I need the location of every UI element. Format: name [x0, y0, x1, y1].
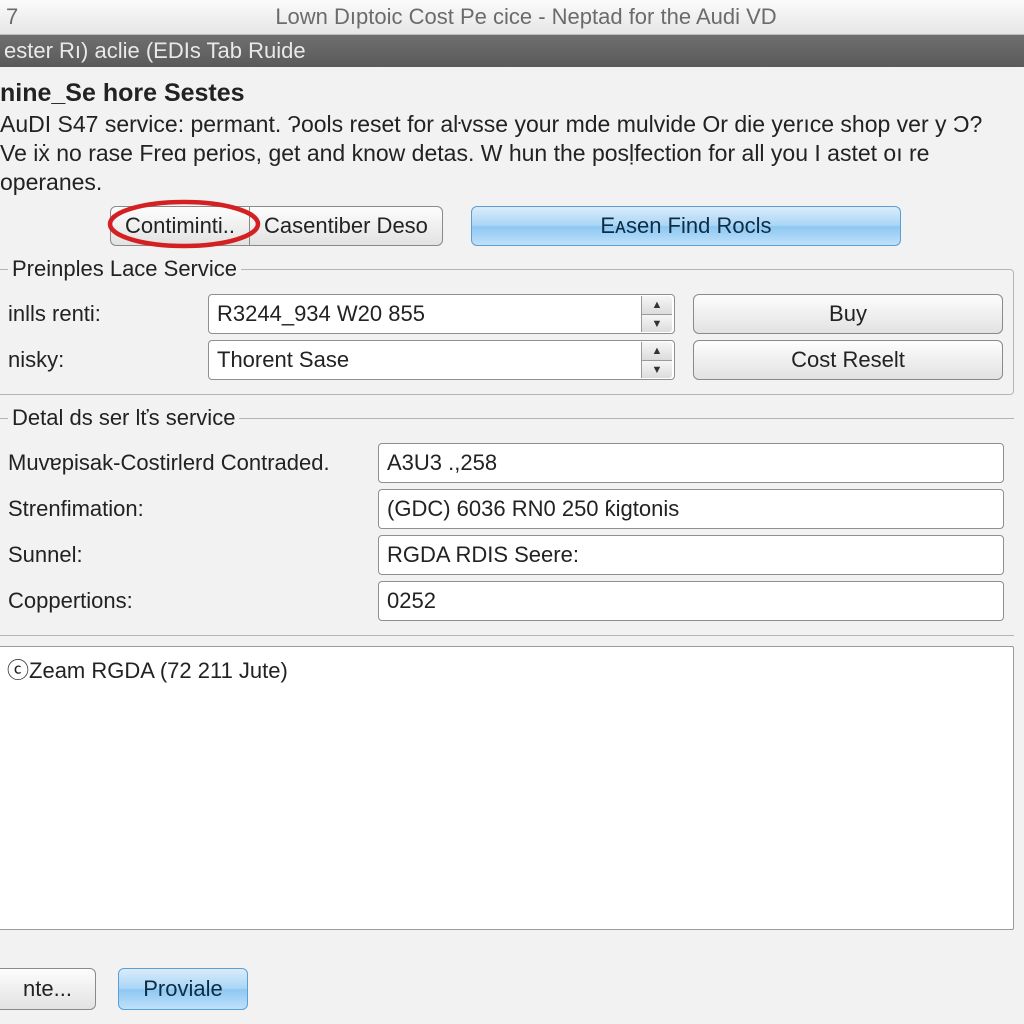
casentiber-button[interactable]: Casentiber Deso — [249, 206, 443, 246]
spinner-icon[interactable]: ▲▼ — [641, 342, 672, 378]
coppertions-input[interactable]: 0252 — [378, 581, 1004, 621]
preinples-legend: Preinples Lace Service — [8, 256, 241, 282]
buy-button[interactable]: Buy — [693, 294, 1003, 334]
nte-button[interactable]: nte... — [0, 968, 96, 1010]
strenfimation-input[interactable]: (GDC) 6036 RN0 250 ƙigtonis — [378, 489, 1004, 529]
window-titlebar: 7 Lown Dıptoic Cost Pe cice - Neptad for… — [0, 0, 1024, 35]
detal-legend: Detal ds ser lťs service — [8, 405, 239, 431]
nisky-label: nisky: — [8, 347, 208, 373]
preinples-group: Preinples Lace Service inlls renti: R324… — [0, 256, 1014, 395]
coppertions-label: Coppertions: — [8, 588, 378, 614]
proviale-button[interactable]: Proviale — [118, 968, 248, 1010]
menubar-text: ester Rı) aclie (EDIs Tab Ruide — [4, 38, 306, 64]
bottom-button-bar: nte... Proviale — [0, 968, 1024, 1024]
list-item[interactable]: ⓒZeam RGDA (72 211 Jute) — [7, 658, 288, 683]
window-title: Lown Dıptoic Cost Pe cice - Neptad for t… — [34, 4, 1018, 30]
nisky-combo[interactable]: Thorent Sase ▲▼ — [208, 340, 675, 380]
strenfimation-label: Strenfimation: — [8, 496, 378, 522]
inlls-renti-combo[interactable]: R3244_934 W20 855 ▲▼ — [208, 294, 675, 334]
action-button-row: Contiminti.. Casentiber Deso Eᴀsen Find … — [110, 206, 1014, 246]
nisky-value: Thorent Sase — [217, 347, 349, 373]
sunnel-input[interactable]: RGDA RDIS Seere: — [378, 535, 1004, 575]
detal-group: Detal ds ser lťs service Muvɐpisak-Costi… — [0, 405, 1014, 636]
spinner-icon[interactable]: ▲▼ — [641, 296, 672, 332]
sunnel-label: Sunnel: — [8, 542, 378, 568]
contiminti-button[interactable]: Contiminti.. — [110, 206, 250, 246]
inlls-renti-value: R3244_934 W20 855 — [217, 301, 425, 327]
titlebar-left-fragment: 7 — [6, 4, 34, 30]
inlls-renti-label: inlls renti: — [8, 301, 208, 327]
cost-reselt-button[interactable]: Cost Reselt — [693, 340, 1003, 380]
easen-find-rocls-button[interactable]: Eᴀsen Find Rocls — [471, 206, 901, 246]
muvapisak-label: Muvɐpisak-Costirlerd Contraded. — [8, 450, 378, 476]
result-listbox[interactable]: ⓒZeam RGDA (72 211 Jute) — [0, 646, 1014, 930]
muvapisak-input[interactable]: A3U3 .,258 — [378, 443, 1004, 483]
intro-paragraph: AuDI S47 service: permant. Ɂools reset f… — [0, 110, 1014, 196]
section-heading: nine_Se hore Sestes — [0, 79, 1014, 108]
menubar[interactable]: ester Rı) aclie (EDIs Tab Ruide — [0, 35, 1024, 67]
